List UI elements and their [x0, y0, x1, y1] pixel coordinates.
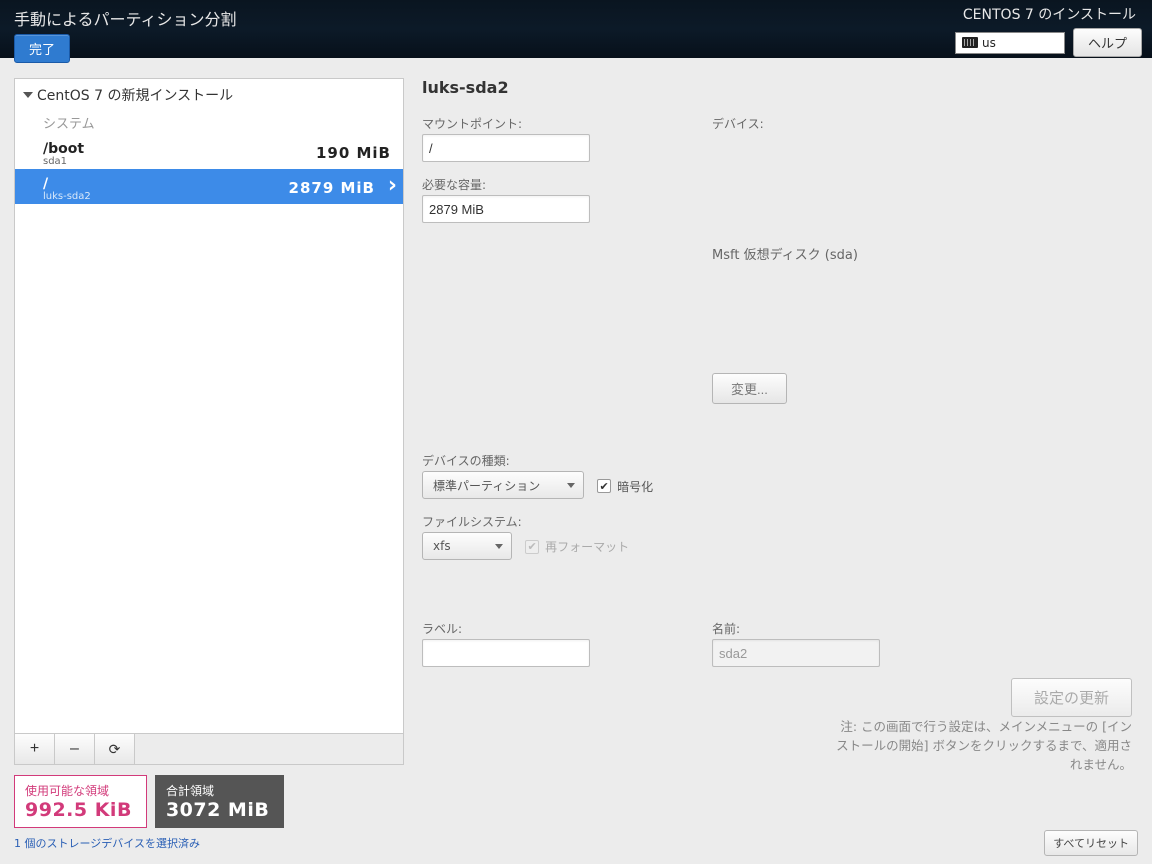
tree-toolbar: + – ⟳: [15, 733, 403, 764]
tree-group-label: CentOS 7 の新規インストール: [37, 85, 233, 105]
header-subtitle: CENTOS 7 のインストール: [963, 4, 1136, 24]
update-settings-button[interactable]: 設定の更新: [1011, 678, 1132, 717]
tree-section-label: システム: [15, 111, 403, 134]
partition-size: 2879 MiB: [289, 179, 391, 197]
encrypt-label: 暗号化: [617, 478, 653, 495]
encrypt-checkbox-row[interactable]: ✔ 暗号化: [597, 478, 653, 495]
device-type-value: 標準パーティション: [433, 477, 540, 494]
label-label: ラベル:: [422, 620, 672, 637]
mount-label: マウントポイント:: [422, 115, 672, 132]
detail-title: luks-sda2: [422, 78, 1132, 97]
storage-devices-link[interactable]: 1 個のストレージデバイスを選択済み: [14, 835, 200, 851]
help-button[interactable]: ヘルプ: [1073, 28, 1142, 57]
partition-mount: /: [43, 176, 48, 192]
apply-note: 注: この画面で行う設定は、メインメニューの [インストールの開始] ボタンをク…: [832, 718, 1132, 774]
change-device-button[interactable]: 変更...: [712, 373, 787, 404]
chevron-down-icon: [495, 544, 503, 549]
device-type-label: デバイスの種類:: [422, 452, 1132, 469]
keyboard-indicator[interactable]: us: [955, 32, 1065, 54]
partition-row-boot[interactable]: /boot sda1 190 MiB: [15, 134, 403, 169]
name-label: 名前:: [712, 620, 880, 637]
name-input: [712, 639, 880, 667]
encrypt-checkbox[interactable]: ✔: [597, 479, 611, 493]
chevron-down-icon: [567, 483, 575, 488]
partition-mount: /boot: [43, 141, 84, 157]
filesystem-select[interactable]: xfs: [422, 532, 512, 560]
partition-device: sda1: [43, 156, 84, 167]
free-space-box: 使用可能な領域 992.5 KiB: [14, 775, 147, 828]
reload-button[interactable]: ⟳: [95, 734, 135, 764]
page-title: 手動によるパーティション分割: [14, 6, 237, 30]
free-space-label: 使用可能な領域: [25, 782, 132, 799]
total-space-label: 合計領域: [166, 782, 269, 799]
header-bar: 手動によるパーティション分割 完了 CENTOS 7 のインストール us ヘル…: [0, 0, 1152, 58]
device-text: Msft 仮想ディスク (sda): [712, 244, 1132, 263]
mount-input[interactable]: [422, 134, 590, 162]
filesystem-label: ファイルシステム:: [422, 513, 1132, 530]
reset-all-button[interactable]: すべてリセット: [1044, 830, 1138, 856]
keyboard-layout: us: [982, 36, 996, 50]
device-type-select[interactable]: 標準パーティション: [422, 471, 584, 499]
remove-partition-button[interactable]: –: [55, 734, 95, 764]
label-input[interactable]: [422, 639, 590, 667]
partition-device: luks-sda2: [43, 191, 91, 202]
total-space-value: 3072 MiB: [166, 799, 269, 821]
reformat-label: 再フォーマット: [545, 538, 629, 555]
done-button[interactable]: 完了: [14, 34, 70, 63]
total-space-box: 合計領域 3072 MiB: [155, 775, 284, 828]
keyboard-icon: [962, 37, 978, 48]
partition-size: 190 MiB: [316, 144, 391, 162]
reformat-checkbox-row: ✔ 再フォーマット: [525, 538, 629, 555]
tree-group-header[interactable]: CentOS 7 の新規インストール: [15, 79, 403, 111]
capacity-input[interactable]: [422, 195, 590, 223]
free-space-value: 992.5 KiB: [25, 799, 132, 821]
partition-row-root[interactable]: / luks-sda2 2879 MiB: [15, 169, 403, 204]
partition-tree: CentOS 7 の新規インストール システム /boot sda1 190 M…: [14, 78, 404, 765]
add-partition-button[interactable]: +: [15, 734, 55, 764]
expand-icon: [23, 92, 33, 98]
filesystem-value: xfs: [433, 539, 451, 553]
capacity-label: 必要な容量:: [422, 176, 672, 193]
device-label: デバイス:: [712, 115, 1132, 132]
reformat-checkbox: ✔: [525, 540, 539, 554]
